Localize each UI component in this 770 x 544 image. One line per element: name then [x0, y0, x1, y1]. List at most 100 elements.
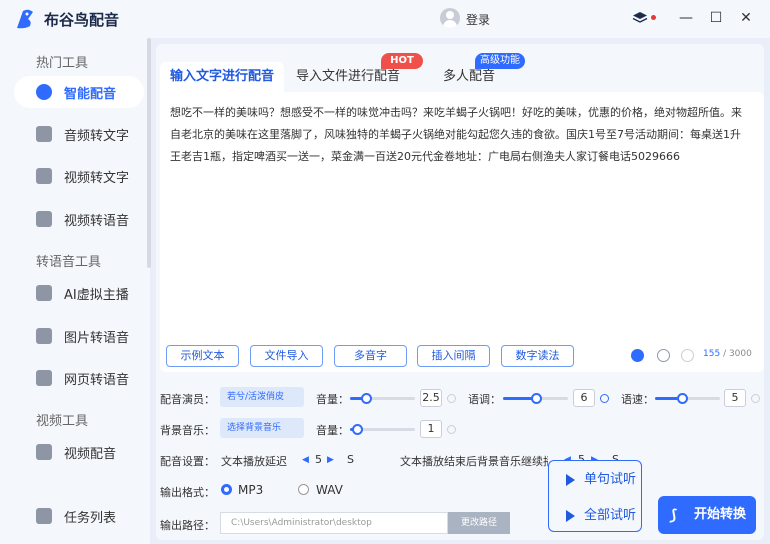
undo-icon[interactable] [657, 349, 670, 362]
bgm-label: 背景音乐： [160, 424, 215, 437]
user-avatar-icon[interactable] [440, 8, 460, 28]
title-bar: 布谷鸟配音 登录 — ☐ ✕ [0, 0, 770, 38]
text-editor[interactable]: 想吃不一样的美味吗？想感受不一样的味觉冲击吗？来吃羊蝎子火锅吧！好吃的美味，优惠… [160, 92, 764, 372]
pitch-slider[interactable] [503, 393, 568, 404]
sidebar-item-task-list[interactable]: 任务列表 [14, 500, 144, 532]
speed-slider[interactable] [655, 393, 720, 404]
sample-text-button[interactable]: 示例文本 [166, 345, 239, 367]
delay-unit: S [347, 453, 354, 466]
volume-value[interactable]: 2.5 [420, 389, 442, 407]
output-path-field[interactable]: C:\Users\Administrator\desktop [220, 512, 448, 534]
sidebar-item-label: 任务列表 [64, 511, 117, 526]
config-label: 配音设置： [160, 455, 215, 468]
char-count: 155 [703, 349, 721, 359]
sidebar-item-label: 视频转语音 [64, 214, 130, 229]
sidebar-scrollbar[interactable] [147, 38, 151, 268]
premium-badge: 高级功能 [475, 53, 525, 69]
bgm-volume-value[interactable]: 1 [420, 420, 442, 438]
app-title: 布谷鸟配音 [44, 11, 120, 29]
delay-value: 5 [315, 453, 322, 466]
globe-icon [36, 370, 52, 386]
delay-decrease-icon[interactable]: ◀ [302, 455, 309, 465]
bgm-volume-reset-icon[interactable] [447, 425, 456, 434]
format-label: 输出格式： [160, 486, 215, 499]
preview-sentence-label: 单句试听 [584, 472, 637, 487]
delay-label: 文本播放延迟 [221, 455, 287, 468]
mic-icon [36, 84, 52, 100]
sidebar-item-smart-dubbing[interactable]: 智能配音 [14, 76, 144, 108]
tail-label: 文本播放结束后背景音乐继续播放 [400, 455, 548, 467]
sidebar-item-label: 音频转文字 [64, 129, 130, 144]
video-text-icon [36, 168, 52, 184]
voice-selector[interactable]: 若兮/活泼俏皮 [220, 387, 304, 407]
volume-slider[interactable] [350, 393, 415, 404]
bgm-volume-slider[interactable] [350, 424, 415, 435]
sidebar-item-audio-to-text[interactable]: 音频转文字 [14, 118, 144, 150]
close-button[interactable]: ✕ [736, 8, 756, 28]
pitch-label: 语调： [468, 393, 501, 406]
volume-label: 音量： [316, 393, 349, 406]
sidebar-item-web-to-speech[interactable]: 网页转语音 [14, 362, 144, 394]
pitch-value[interactable]: 6 [573, 389, 595, 407]
wav-radio[interactable] [298, 484, 309, 495]
insert-pause-button[interactable]: 插入间隔 [417, 345, 490, 367]
redo-icon[interactable] [681, 349, 694, 362]
speed-label: 语速： [621, 393, 654, 406]
path-label: 输出路径： [160, 519, 215, 532]
image-icon [36, 328, 52, 344]
speed-reset-icon[interactable] [751, 394, 760, 403]
import-file-button[interactable]: 文件导入 [250, 345, 323, 367]
sidebar-item-label: 图片转语音 [64, 331, 130, 346]
sidebar-item-label: AI虚拟主播 [64, 288, 129, 303]
polyphone-button[interactable]: 多音字 [334, 345, 407, 367]
tab-input-text[interactable]: 输入文字进行配音 [160, 62, 284, 92]
preview-panel: 单句试听 全部试听 [548, 460, 642, 532]
preview-all-button[interactable]: 全部试听 [549, 499, 641, 533]
avatar-icon [36, 285, 52, 301]
hot-badge: HOT [381, 53, 423, 69]
sidebar-item-video-dubbing[interactable]: 视频配音 [14, 436, 144, 468]
speed-value[interactable]: 5 [724, 389, 746, 407]
layers-icon[interactable] [632, 10, 648, 26]
clear-icon[interactable] [631, 349, 644, 362]
sidebar-item-image-to-speech[interactable]: 图片转语音 [14, 320, 144, 352]
change-path-button[interactable]: 更改路径 [448, 512, 510, 534]
sidebar-item-video-to-speech[interactable]: 视频转语音 [14, 203, 144, 235]
play-icon [566, 510, 575, 522]
start-convert-button[interactable]: ⟆ 开始转换 [658, 496, 756, 534]
minimize-button[interactable]: — [676, 8, 696, 28]
app-logo-icon [17, 9, 33, 29]
slider-knob[interactable] [530, 393, 542, 404]
sidebar-item-label: 网页转语音 [64, 373, 130, 388]
mp3-option-label[interactable]: MP3 [238, 483, 263, 497]
bgm-volume-label: 音量： [316, 424, 349, 437]
preview-all-label: 全部试听 [584, 508, 637, 523]
editor-content[interactable]: 想吃不一样的美味吗？想感受不一样的味觉冲击吗？来吃羊蝎子火锅吧！好吃的美味，优惠… [170, 102, 750, 168]
film-icon [36, 444, 52, 460]
sidebar-item-video-to-text[interactable]: 视频转文字 [14, 160, 144, 192]
voice-label: 配音演员： [160, 393, 215, 406]
sidebar-item-ai-anchor[interactable]: AI虚拟主播 [14, 277, 144, 309]
sidebar-item-label: 视频转文字 [64, 171, 130, 186]
delay-increase-icon[interactable]: ▶ [327, 455, 334, 465]
video-icon [36, 211, 52, 227]
char-counter: 155 / 3000 [703, 349, 752, 359]
section-hot-tools: 热门工具 [36, 56, 89, 71]
login-link[interactable]: 登录 [466, 11, 490, 28]
number-reading-button[interactable]: 数字读法 [501, 345, 574, 367]
char-limit: / 3000 [723, 349, 752, 359]
bgm-selector[interactable]: 选择背景音乐 [220, 418, 304, 438]
preview-sentence-button[interactable]: 单句试听 [549, 463, 641, 497]
slider-knob[interactable] [351, 424, 363, 435]
notification-dot [651, 15, 656, 20]
sidebar-item-label: 智能配音 [64, 87, 117, 102]
sidebar-item-label: 视频配音 [64, 447, 117, 462]
convert-icon: ⟆ [670, 506, 677, 524]
play-icon [566, 474, 575, 486]
maximize-button[interactable]: ☐ [706, 8, 726, 28]
volume-reset-icon[interactable] [447, 394, 456, 403]
pitch-reset-icon[interactable] [600, 394, 609, 403]
mp3-radio[interactable] [221, 484, 232, 495]
audio-text-icon [36, 126, 52, 142]
wav-option-label[interactable]: WAV [316, 483, 343, 497]
